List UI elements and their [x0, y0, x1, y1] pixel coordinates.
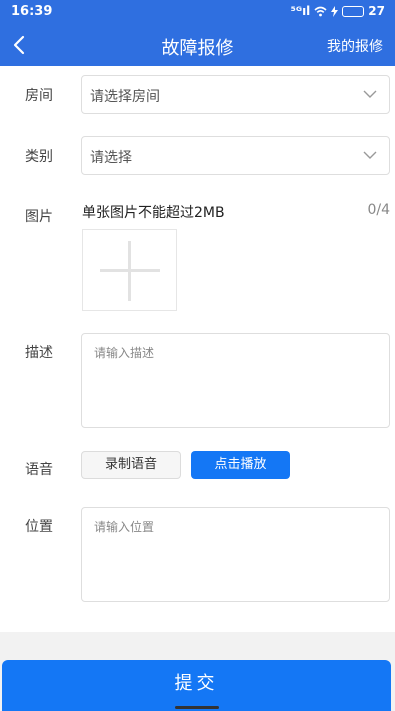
- description-label: 描述: [25, 345, 53, 361]
- category-label: 类别: [25, 149, 53, 165]
- charging-icon: [331, 5, 339, 17]
- status-time: 16:39: [11, 4, 53, 19]
- chevron-down-icon: [363, 90, 377, 98]
- add-picture-button[interactable]: [82, 229, 177, 311]
- location-label: 位置: [25, 519, 53, 535]
- my-repairs-link[interactable]: 我的报修: [327, 36, 383, 56]
- description-placeholder: 请输入描述: [94, 346, 155, 360]
- home-indicator: [175, 706, 219, 709]
- category-select[interactable]: 请选择: [81, 136, 390, 175]
- picture-label: 图片: [25, 209, 53, 225]
- submit-button[interactable]: 提交: [2, 660, 391, 711]
- category-select-value: 请选择: [90, 150, 132, 166]
- battery-level: 27: [368, 4, 385, 18]
- nav-bar: 故障报修 我的报修: [0, 24, 395, 66]
- room-select-value: 请选择房间: [90, 89, 160, 105]
- room-label: 房间: [25, 88, 53, 104]
- plus-icon-vertical: [128, 241, 131, 301]
- description-input[interactable]: 请输入描述: [81, 333, 390, 428]
- picture-size-hint: 单张图片不能超过2MB: [82, 205, 225, 221]
- status-bar: 16:39 ⁵ᴳıl 27: [0, 0, 395, 24]
- play-voice-button[interactable]: 点击播放: [191, 451, 290, 479]
- room-select[interactable]: 请选择房间: [81, 75, 390, 114]
- wifi-icon: [314, 6, 327, 16]
- signal-icon: ⁵ᴳıl: [290, 4, 311, 18]
- status-icons: ⁵ᴳıl 27: [291, 4, 385, 18]
- location-placeholder: 请输入位置: [94, 520, 155, 534]
- record-voice-button[interactable]: 录制语音: [81, 451, 181, 479]
- voice-label: 语音: [25, 462, 53, 478]
- location-input[interactable]: 请输入位置: [81, 507, 390, 602]
- picture-count: 0/4: [367, 202, 390, 218]
- chevron-down-icon: [363, 151, 377, 159]
- battery-icon: [342, 5, 365, 17]
